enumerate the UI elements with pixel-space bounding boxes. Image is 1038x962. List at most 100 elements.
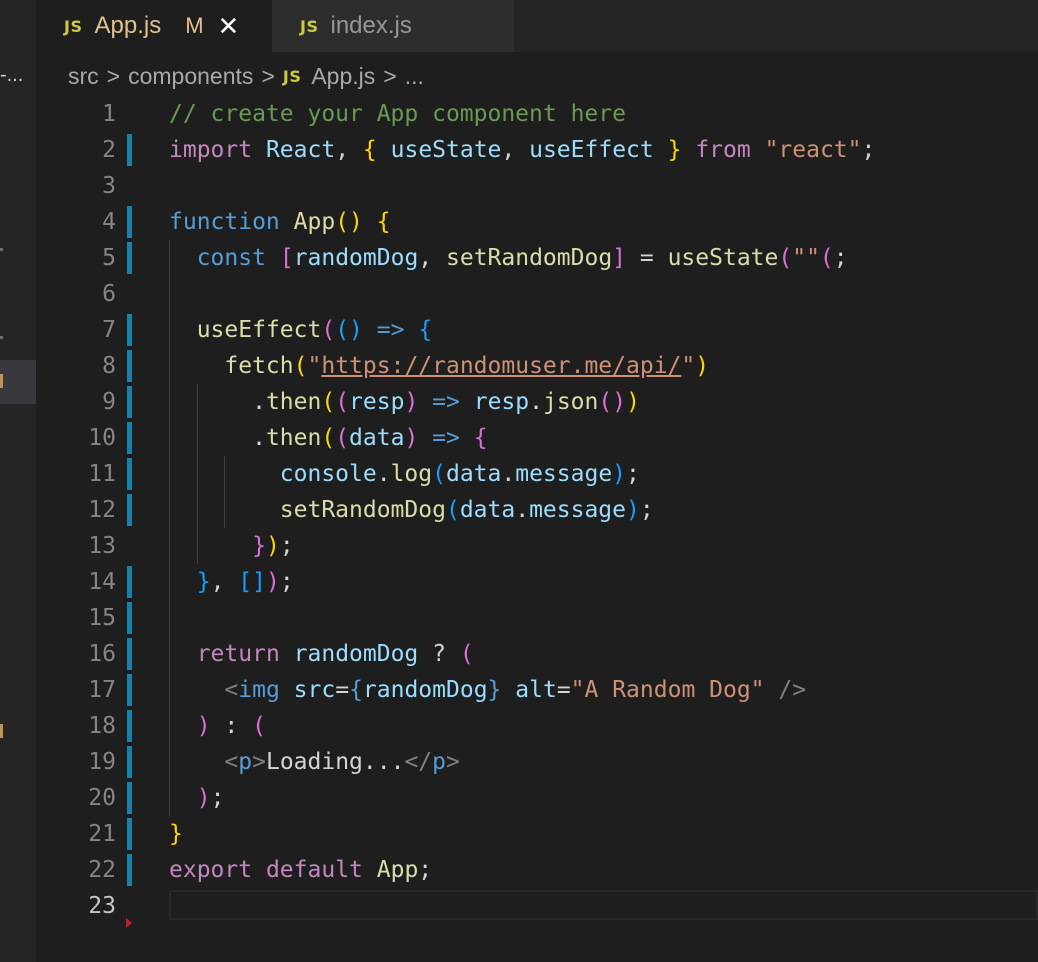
code-token: resp xyxy=(349,389,405,415)
breadcrumb-symbol[interactable]: ... xyxy=(405,63,424,90)
code-token: } xyxy=(252,533,266,559)
code-token: Loading... xyxy=(265,749,405,775)
code-token: then xyxy=(265,389,322,415)
code-token: => xyxy=(376,317,405,343)
line-number: 7 xyxy=(102,317,116,343)
line-number: 5 xyxy=(102,245,116,271)
code-token: ; xyxy=(861,137,876,163)
code-token: ; xyxy=(418,857,433,883)
code-token: import xyxy=(169,137,253,163)
line-number: 2 xyxy=(102,137,116,163)
tab-app-js[interactable]: JS App.js M ✕ xyxy=(36,0,272,52)
modified-gutter-bar xyxy=(127,602,132,634)
code-token: useEffect xyxy=(196,317,322,343)
code-text: import React, { useState, useEffect } fr… xyxy=(169,132,875,168)
modified-gutter-bar xyxy=(127,422,132,454)
modified-marker xyxy=(0,724,3,738)
modified-gutter-bar xyxy=(127,350,132,382)
code-token: } xyxy=(667,137,682,163)
code-token: // create your App component here xyxy=(169,101,626,127)
code-token: fetch xyxy=(224,353,294,379)
code-editor[interactable]: 1 // create your App component here 2 impor… xyxy=(36,96,1038,962)
breadcrumb-components[interactable]: components xyxy=(128,63,253,90)
code-line[interactable]: 12 setRandomDog(data.message); xyxy=(36,492,1038,528)
code-token: ( xyxy=(252,713,266,739)
code-token: { xyxy=(362,137,377,163)
breadcrumb-file[interactable]: App.js xyxy=(311,63,375,90)
code-token: ( xyxy=(335,389,350,415)
code-line[interactable]: 23 xyxy=(36,888,1038,924)
modified-gutter-bar xyxy=(127,134,132,166)
code-line[interactable]: 14 }, []); xyxy=(36,564,1038,600)
code-token: App xyxy=(376,857,419,883)
code-line[interactable]: 2 import React, { useState, useEffect } f… xyxy=(36,132,1038,168)
code-token: = xyxy=(556,677,571,703)
code-token: } xyxy=(487,677,502,703)
code-text: } xyxy=(169,816,183,852)
breadcrumb-src[interactable]: src xyxy=(68,63,99,90)
code-token: useState xyxy=(667,245,779,271)
code-line[interactable]: 22 export default App; xyxy=(36,852,1038,888)
code-line[interactable]: 16 return randomDog ? ( xyxy=(36,636,1038,672)
code-line[interactable]: 3 xyxy=(36,168,1038,204)
code-token: < xyxy=(224,749,239,775)
code-line[interactable]: 6 xyxy=(36,276,1038,312)
code-token: ; xyxy=(639,497,654,523)
code-line[interactable]: 19 <p>Loading...</p> xyxy=(36,744,1038,780)
code-line[interactable]: 21} xyxy=(36,816,1038,852)
tab-label: App.js xyxy=(94,12,162,39)
code-line[interactable]: 18 ) : ( xyxy=(36,708,1038,744)
selected-file-row[interactable] xyxy=(0,360,36,404)
code-text: // create your App component here xyxy=(169,96,626,132)
code-text: fetch("https://randomuser.me/api/") xyxy=(169,348,709,384)
line-number: 15 xyxy=(88,605,116,631)
code-token: return xyxy=(196,641,280,667)
code-token: ( xyxy=(335,425,350,451)
code-token: . xyxy=(169,389,266,415)
tab-index-js[interactable]: JS index.js xyxy=(272,0,514,52)
code-line[interactable]: 5 const [randomDog, setRandomDog] = useS… xyxy=(36,240,1038,276)
code-token: message xyxy=(529,497,626,523)
code-token: ( xyxy=(459,641,474,667)
code-token: { xyxy=(473,425,488,451)
modified-gutter-bar xyxy=(127,854,132,886)
code-line[interactable]: 17 <img src={randomDog} alt="A Random Do… xyxy=(36,672,1038,708)
modified-gutter-bar xyxy=(127,746,132,778)
code-token: , xyxy=(418,245,446,271)
modified-gutter-bar xyxy=(127,638,132,670)
code-token: setRandomDog xyxy=(279,497,446,523)
code-token: { xyxy=(376,209,391,235)
code-token: [] xyxy=(238,569,266,595)
code-line[interactable]: 4 function App() { xyxy=(36,204,1038,240)
js-file-icon: JS xyxy=(282,66,302,86)
code-line[interactable]: 20 ); xyxy=(36,780,1038,816)
code-token: . xyxy=(376,461,391,487)
code-token: = xyxy=(626,245,668,271)
code-line[interactable]: 7 useEffect(() => { xyxy=(36,312,1038,348)
code-line[interactable]: 11 console.log(data.message); xyxy=(36,456,1038,492)
code-token: App xyxy=(293,209,336,235)
code-line[interactable]: 9 .then((resp) => resp.json()) xyxy=(36,384,1038,420)
code-line[interactable]: 8 fetch("https://randomuser.me/api/") xyxy=(36,348,1038,384)
code-line[interactable]: 15 xyxy=(36,600,1038,636)
line-number: 8 xyxy=(102,353,116,379)
modified-gutter-bar xyxy=(127,458,132,490)
code-token: : xyxy=(210,713,253,739)
code-token: ) xyxy=(695,353,710,379)
code-line[interactable]: 13 }); xyxy=(36,528,1038,564)
tab-label: index.js xyxy=(330,12,412,39)
code-line[interactable]: 10 .then((data) => { xyxy=(36,420,1038,456)
close-icon[interactable]: ✕ xyxy=(218,13,240,39)
modified-gutter-bar xyxy=(127,566,132,598)
code-line[interactable]: 1 // create your App component here xyxy=(36,96,1038,132)
code-token: . xyxy=(529,389,543,415)
